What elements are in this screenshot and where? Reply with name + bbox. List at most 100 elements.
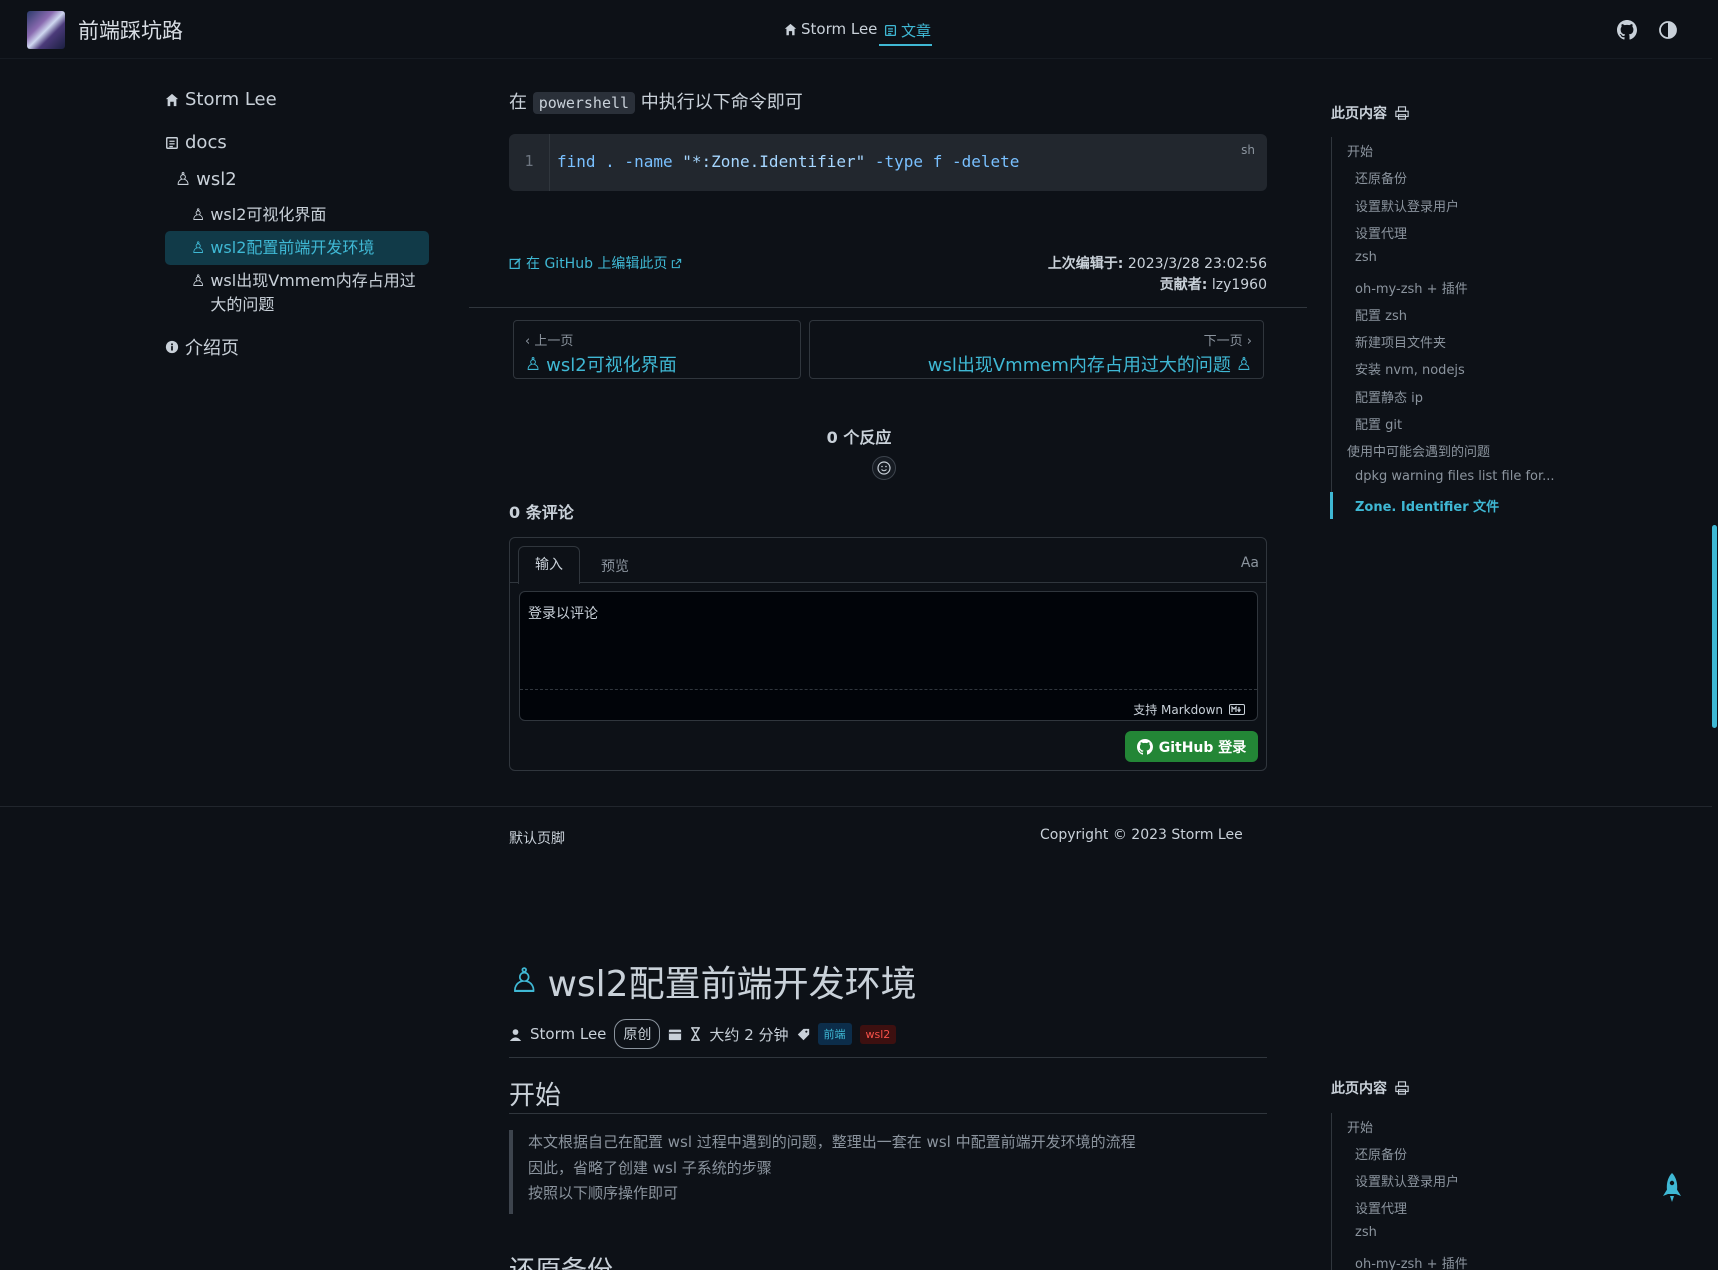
nav-link-home[interactable]: Storm Lee bbox=[784, 20, 877, 38]
linux-icon: ♙ bbox=[191, 238, 206, 257]
prev-hint: ‹ 上一页 bbox=[525, 334, 574, 349]
print-icon[interactable] bbox=[1395, 1081, 1409, 1095]
article-meta: Storm Lee 原创 大约 2 分钟 前端 wsl2 bbox=[509, 1019, 897, 1049]
toc-item[interactable]: 设置代理 bbox=[1355, 1198, 1407, 1217]
linux-icon: ♙ bbox=[191, 271, 206, 290]
tab-input[interactable]: 输入 bbox=[518, 546, 580, 584]
divider bbox=[509, 1113, 1267, 1114]
markdown-icon bbox=[1229, 704, 1245, 715]
author-name[interactable]: Storm Lee bbox=[530, 1025, 606, 1043]
line-number: 1 bbox=[509, 134, 550, 191]
nav-link-label: 文章 bbox=[901, 22, 932, 40]
toc-item[interactable]: 新建项目文件夹 bbox=[1355, 332, 1446, 351]
prev-title-text: wsl2可视化界面 bbox=[546, 355, 677, 376]
toc-item[interactable]: oh-my-zsh + 插件 bbox=[1355, 1253, 1468, 1270]
toc-item[interactable]: 设置默认登录用户 bbox=[1355, 196, 1459, 215]
toc-item[interactable]: dpkg warning files list file for... bbox=[1355, 469, 1555, 484]
next-title: wsl出现Vmmem内存占用过大的问题 ♙ bbox=[928, 351, 1252, 377]
author-icon bbox=[509, 1028, 522, 1041]
toc-item[interactable]: Zone. Identifier 文件 bbox=[1355, 496, 1499, 515]
code-token-string: "*:Zone.Identifier" bbox=[682, 152, 866, 171]
theme-toggle-icon[interactable] bbox=[1658, 20, 1678, 40]
code-token: -type f -delete bbox=[865, 152, 1020, 171]
contributors: 贡献者: lzy1960 bbox=[1160, 274, 1267, 294]
toc-item[interactable]: oh-my-zsh + 插件 bbox=[1355, 278, 1468, 297]
paragraph-text: 中执行以下命令即可 bbox=[640, 92, 803, 113]
toc-item[interactable]: zsh bbox=[1355, 250, 1377, 265]
toc-item[interactable]: 开始 bbox=[1347, 1117, 1373, 1136]
github-icon[interactable] bbox=[1617, 20, 1637, 40]
site-logo[interactable] bbox=[27, 11, 65, 49]
tag-frontend[interactable]: 前端 bbox=[817, 1023, 852, 1045]
toc-item[interactable]: 设置代理 bbox=[1355, 223, 1407, 242]
sidebar-item-label: wsl2 bbox=[196, 169, 237, 190]
comments-count: 0 条评论 bbox=[509, 503, 574, 522]
toc-item[interactable]: 配置 git bbox=[1355, 414, 1402, 433]
next-hint: 下一页 › bbox=[1203, 334, 1252, 349]
next-page-link[interactable]: 下一页 › wsl出现Vmmem内存占用过大的问题 ♙ bbox=[809, 320, 1264, 379]
toc-item[interactable]: 安装 nvm, nodejs bbox=[1355, 359, 1465, 378]
linux-icon: ♙ bbox=[525, 353, 542, 375]
page-scrollbar[interactable] bbox=[1712, 525, 1717, 728]
page-title-text: wsl2配置前端开发环境 bbox=[547, 964, 917, 1005]
toc-item[interactable]: 配置 zsh bbox=[1355, 305, 1407, 324]
edit-link-label: 在 GitHub 上编辑此页 bbox=[526, 256, 668, 272]
meta-label: 上次编辑于: bbox=[1047, 256, 1124, 272]
home-icon bbox=[784, 23, 797, 36]
font-toggle-button[interactable]: Aa bbox=[1241, 555, 1259, 571]
info-icon bbox=[165, 340, 179, 354]
toc-item[interactable]: 还原备份 bbox=[1355, 1144, 1407, 1163]
sidebar-item-wsl2-frontend[interactable]: ♙ wsl2配置前端开发环境 bbox=[191, 236, 374, 260]
sidebar-item-label: Storm Lee bbox=[185, 89, 277, 110]
code-line: find . -name "*:Zone.Identifier" -type f… bbox=[557, 152, 1019, 171]
login-button-label: GitHub 登录 bbox=[1158, 739, 1247, 756]
paragraph-text: 在 bbox=[509, 92, 527, 113]
toc-title-text: 此页内容 bbox=[1331, 106, 1387, 122]
tag-wsl2[interactable]: wsl2 bbox=[859, 1024, 897, 1044]
edit-on-github-link[interactable]: 在 GitHub 上编辑此页 bbox=[509, 253, 682, 273]
site-name[interactable]: 前端踩坑路 bbox=[78, 15, 183, 45]
sidebar-item-wsl2-gui[interactable]: ♙ wsl2可视化界面 bbox=[191, 203, 326, 227]
markdown-support-note[interactable]: 支持 Markdown bbox=[1133, 701, 1245, 718]
toc-rail bbox=[1331, 137, 1332, 519]
prev-title: ♙ wsl2可视化界面 bbox=[525, 351, 677, 377]
read-time: 大约 2 分钟 bbox=[709, 1025, 789, 1044]
nav-link-label: Storm Lee bbox=[801, 20, 878, 38]
print-icon[interactable] bbox=[1395, 106, 1409, 120]
toc-item[interactable]: 配置静态 ip bbox=[1355, 387, 1423, 406]
github-login-button[interactable]: GitHub 登录 bbox=[1125, 731, 1258, 762]
github-icon bbox=[1136, 738, 1153, 755]
sidebar-item-label: 介绍页 bbox=[185, 338, 239, 359]
sidebar-item-label: wsl出现Vmmem内存占用过大的问题 bbox=[210, 271, 416, 314]
last-edited: 上次编辑于: 2023/3/28 23:02:56 bbox=[1048, 253, 1267, 273]
sidebar-item-home[interactable]: Storm Lee bbox=[165, 89, 277, 110]
add-reaction-button[interactable] bbox=[872, 456, 896, 480]
prev-page-link[interactable]: ‹ 上一页 ♙ wsl2可视化界面 bbox=[513, 320, 801, 379]
toc-title: 此页内容 bbox=[1331, 103, 1409, 123]
nav-link-articles[interactable]: 文章 bbox=[884, 20, 931, 41]
toc-item[interactable]: zsh bbox=[1355, 1225, 1377, 1240]
code-language: sh bbox=[1241, 143, 1255, 157]
code-block[interactable]: 1 find . -name "*:Zone.Identifier" -type… bbox=[509, 134, 1267, 191]
toc-item[interactable]: 开始 bbox=[1347, 141, 1373, 160]
sidebar-item-docs[interactable]: docs bbox=[165, 132, 227, 153]
back-to-top-button[interactable] bbox=[1661, 1172, 1683, 1206]
toc-title-text: 此页内容 bbox=[1331, 1081, 1387, 1097]
sidebar-item-vmmem[interactable]: ♙ wsl出现Vmmem内存占用过大的问题 bbox=[191, 269, 421, 317]
toc-item[interactable]: 使用中可能会遇到的问题 bbox=[1347, 441, 1490, 460]
linux-icon: ♙ bbox=[175, 169, 192, 190]
sidebar-item-intro[interactable]: 介绍页 bbox=[165, 334, 239, 360]
external-link-icon bbox=[671, 258, 682, 269]
toc-active-marker bbox=[1330, 492, 1333, 519]
meta-label: 贡献者: bbox=[1159, 277, 1208, 293]
toc-item[interactable]: 设置默认登录用户 bbox=[1355, 1171, 1459, 1190]
toc-item[interactable]: 还原备份 bbox=[1355, 168, 1407, 187]
article-icon bbox=[884, 24, 897, 37]
rocket-icon bbox=[1663, 1173, 1681, 1202]
sidebar-group-wsl2[interactable]: ♙ wsl2 bbox=[175, 168, 237, 192]
comment-input[interactable]: 登录以评论 支持 Markdown bbox=[519, 591, 1258, 721]
edit-icon bbox=[509, 257, 522, 270]
tab-preview[interactable]: 预览 bbox=[601, 556, 629, 576]
textarea-divider bbox=[520, 689, 1257, 690]
calendar-icon bbox=[668, 1027, 682, 1041]
